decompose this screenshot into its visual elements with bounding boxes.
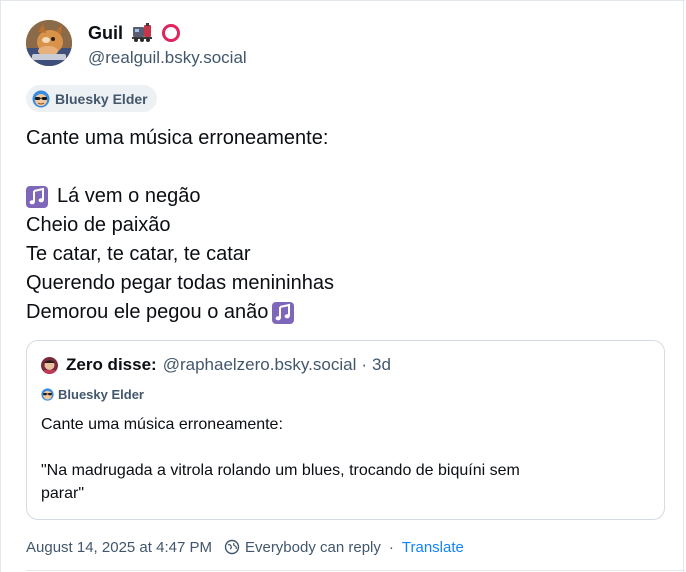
author-display-name[interactable]: Guil <box>88 23 123 44</box>
post-footer: August 14, 2025 at 4:47 PM Everybody can… <box>26 536 464 558</box>
footer-separator-dot: · <box>388 538 394 556</box>
post-line: Te catar, te catar, te catar <box>26 240 666 269</box>
quoted-author-handle[interactable]: @raphaelzero.bsky.social <box>163 355 357 375</box>
author-handle[interactable]: @realguil.bsky.social <box>88 48 247 68</box>
quoted-post-line: parar" <box>41 485 85 502</box>
reply-setting-label: Everybody can reply <box>244 538 381 556</box>
reply-setting-button[interactable]: Everybody can reply <box>224 539 381 556</box>
bluesky-elder-badge[interactable]: Bluesky Elder <box>26 85 157 112</box>
quoted-post-time[interactable]: 3d <box>372 355 391 375</box>
red-ring-emoji-icon <box>161 23 181 43</box>
author-avatar[interactable] <box>26 20 72 66</box>
sunglasses-butterfly-icon <box>32 90 50 108</box>
post-thread-frame: Guil @realguil.bsky.social Bluesky Elder… <box>0 0 685 572</box>
post-line: Querendo pegar todas menininhas <box>26 269 666 298</box>
badge-label: Bluesky Elder <box>55 90 148 107</box>
quoted-post-line: Cante uma música erroneamente: <box>41 416 283 433</box>
globe-reply-icon <box>224 539 240 555</box>
display-name-row: Guil <box>88 21 181 45</box>
post-line-text: Cheio de paixão <box>26 214 171 236</box>
post-line: Demorou ele pegou o anão <box>26 298 666 327</box>
post-line-text: Cante uma música erroneamente: <box>26 127 329 149</box>
post-line-text: Demorou ele pegou o anão <box>26 301 269 323</box>
quoted-bluesky-elder-badge[interactable]: Bluesky Elder <box>41 385 144 403</box>
sunglasses-butterfly-icon <box>41 387 54 401</box>
translate-link[interactable]: Translate <box>402 539 464 556</box>
quoted-post-line: "Na madrugada a vitrola rolando um blues… <box>41 462 520 479</box>
quoted-post-header: Zero disse: @raphaelzero.bsky.social · 3… <box>41 354 391 376</box>
quoted-author-avatar[interactable] <box>41 356 58 374</box>
post-line: Lá vem o negão <box>26 182 666 211</box>
post-line: Cheio de paixão <box>26 211 666 240</box>
quoted-author-name[interactable]: Zero disse: <box>66 355 157 375</box>
quoted-post-card[interactable]: Zero disse: @raphaelzero.bsky.social · 3… <box>26 340 665 520</box>
musical-notes-icon <box>272 301 295 324</box>
quoted-post-body: Cante uma música erroneamente: "Na madru… <box>41 413 641 505</box>
musical-notes-icon <box>26 185 48 208</box>
separator-dot: · <box>361 355 368 374</box>
top-divider <box>1 0 685 1</box>
post-line-text: Te catar, te catar, te catar <box>26 243 251 265</box>
post-body: Cante uma música erroneamente: Lá vem o … <box>26 124 666 327</box>
post-line-text: Querendo pegar todas menininhas <box>26 272 334 294</box>
train-emoji-icon <box>131 23 153 43</box>
post-line: Cante uma música erroneamente: <box>26 124 666 153</box>
post-line-text: Lá vem o negão <box>57 185 201 207</box>
post-timestamp[interactable]: August 14, 2025 at 4:47 PM <box>26 539 212 556</box>
quoted-badge-label: Bluesky Elder <box>58 386 144 402</box>
bottom-divider <box>26 570 685 571</box>
